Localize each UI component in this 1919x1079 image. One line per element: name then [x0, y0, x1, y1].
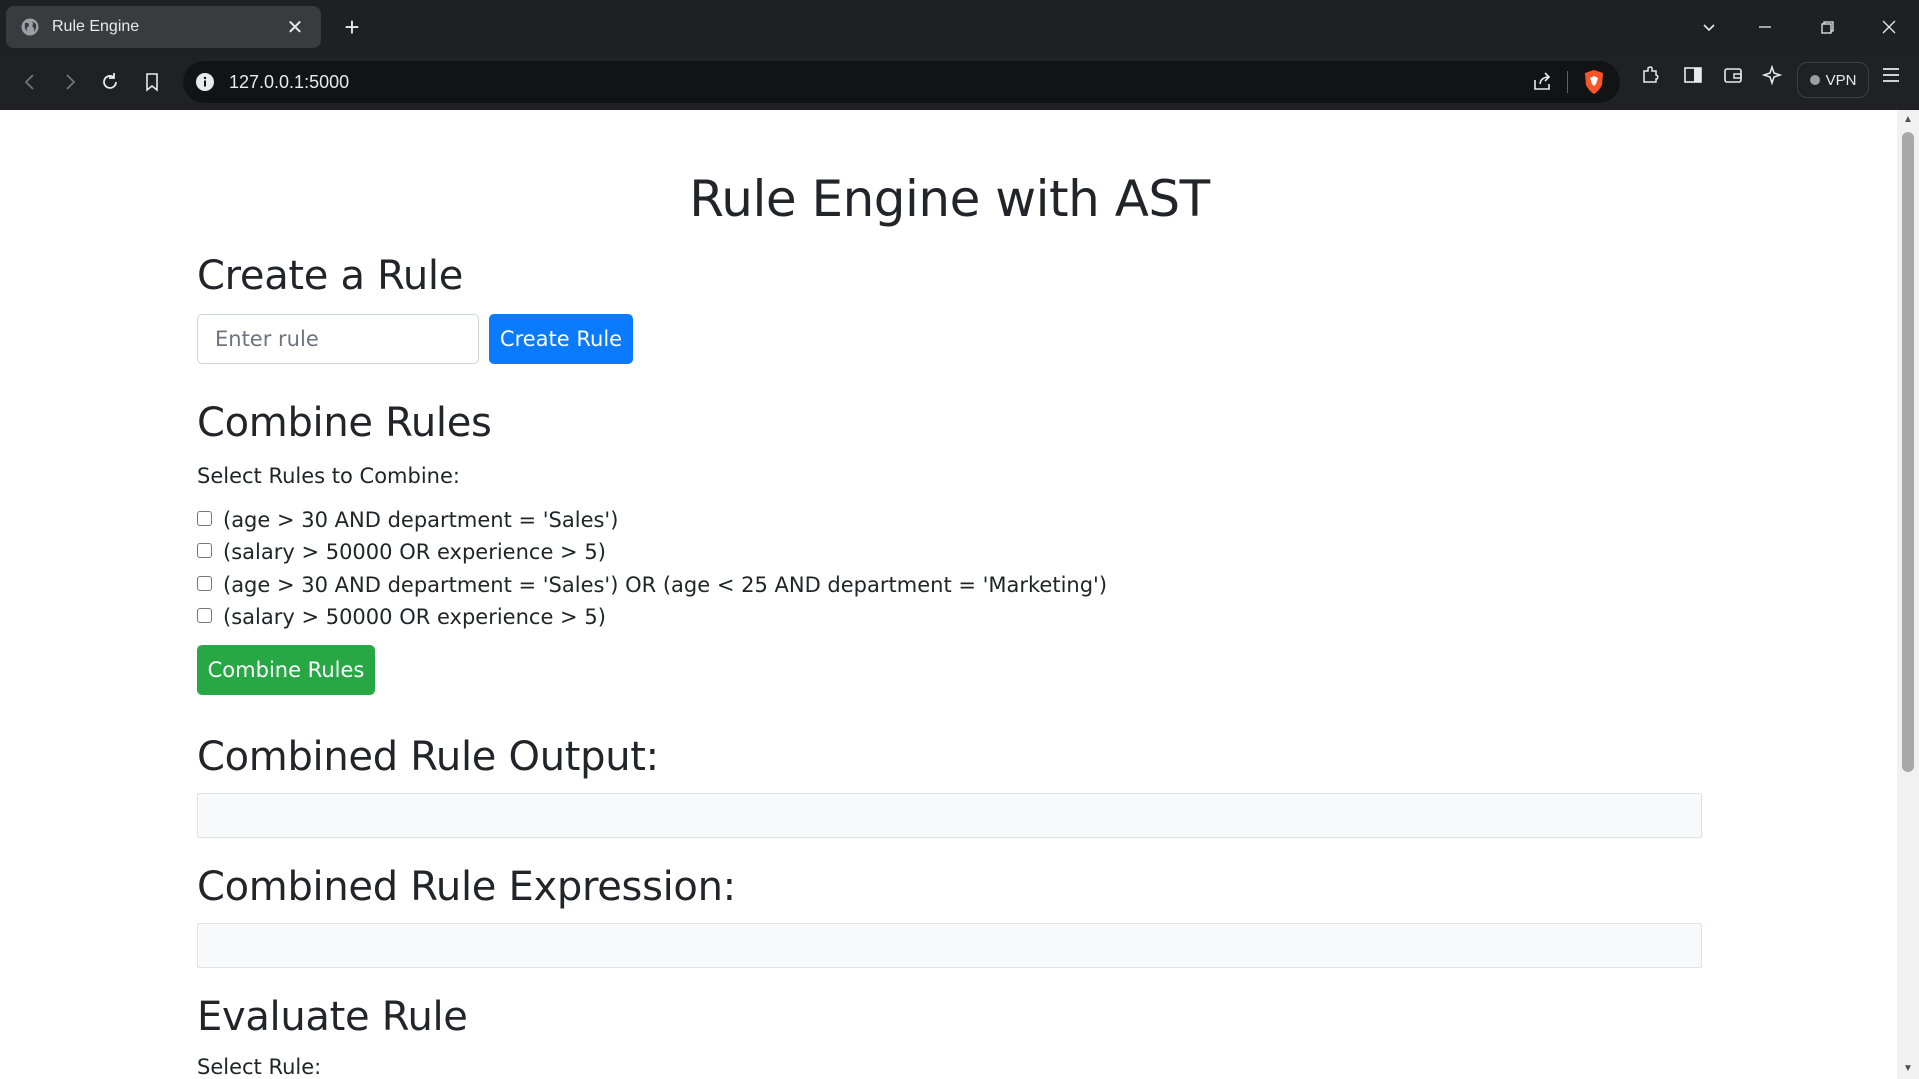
extensions-icon[interactable]	[1640, 64, 1662, 86]
browser-tab[interactable]: Rule Engine ✕	[6, 6, 321, 48]
vpn-status-icon	[1809, 75, 1820, 85]
rule-option-label: (age > 30 AND department = 'Sales')	[223, 508, 619, 532]
new-tab-icon[interactable]: +	[336, 11, 368, 43]
rule-option-label: (salary > 50000 OR experience > 5)	[223, 540, 606, 564]
scrollbar-thumb[interactable]	[1902, 132, 1914, 772]
evaluate-rule-heading: Evaluate Rule	[197, 994, 468, 1040]
rule-option[interactable]: (salary > 50000 OR experience > 5)	[197, 605, 606, 629]
combined-output-heading: Combined Rule Output:	[197, 734, 659, 780]
wallet-icon[interactable]	[1722, 64, 1744, 86]
leo-ai-icon[interactable]	[1762, 64, 1784, 86]
tab-title: Rule Engine	[52, 18, 140, 35]
scroll-down-icon[interactable]: ▼	[1902, 1063, 1914, 1075]
site-info-icon[interactable]	[195, 72, 215, 92]
rule-option[interactable]: (age > 30 AND department = 'Sales')	[197, 508, 618, 532]
minimize-icon[interactable]	[1741, 0, 1789, 54]
sidebar-icon[interactable]	[1682, 64, 1704, 86]
menu-icon[interactable]	[1880, 64, 1902, 86]
combine-rules-button[interactable]: Combine Rules	[197, 645, 375, 695]
reload-icon[interactable]	[96, 68, 124, 96]
vpn-label: VPN	[1825, 71, 1857, 89]
scroll-up-icon[interactable]: ▲	[1902, 114, 1914, 126]
combined-expression-box	[197, 923, 1702, 968]
restore-icon[interactable]	[1803, 0, 1851, 54]
create-rule-button[interactable]: Create Rule	[489, 314, 633, 364]
url-text: 127.0.0.1:5000	[229, 71, 350, 92]
address-bar[interactable]: 127.0.0.1:5000	[183, 61, 1620, 103]
select-rule-label: Select Rule:	[197, 1055, 322, 1079]
rule-option-label: (salary > 50000 OR experience > 5)	[223, 605, 606, 629]
select-rules-label: Select Rules to Combine:	[197, 464, 460, 488]
brave-shields-icon[interactable]	[1582, 69, 1606, 95]
page-viewport: Rule Engine with AST Create a Rule Creat…	[0, 110, 1919, 1079]
rule-option-label: (age > 30 AND department = 'Sales') OR (…	[223, 573, 1108, 597]
rule-checkbox[interactable]	[197, 542, 212, 558]
vertical-scrollbar[interactable]: ▲ ▼	[1897, 110, 1919, 1079]
combine-rules-heading: Combine Rules	[197, 400, 492, 446]
tab-strip: Rule Engine ✕ +	[0, 0, 1919, 54]
bookmark-icon[interactable]	[138, 68, 166, 96]
tab-close-icon[interactable]: ✕	[283, 15, 307, 40]
rule-input[interactable]	[197, 314, 479, 364]
share-icon[interactable]	[1531, 71, 1553, 93]
tab-search-icon[interactable]	[1685, 0, 1733, 54]
combined-output-box	[197, 793, 1702, 838]
rule-option[interactable]: (age > 30 AND department = 'Sales') OR (…	[197, 573, 1107, 597]
globe-icon	[21, 18, 39, 36]
forward-icon[interactable]	[56, 68, 84, 96]
rule-option[interactable]: (salary > 50000 OR experience > 5)	[197, 540, 606, 564]
create-rule-heading: Create a Rule	[197, 253, 464, 299]
browser-toolbar: 127.0.0.1:5000 VPN	[0, 54, 1919, 110]
rule-checkbox[interactable]	[197, 510, 212, 526]
page-title: Rule Engine with AST	[689, 170, 1210, 228]
rule-checkbox[interactable]	[197, 575, 212, 591]
rule-checkbox[interactable]	[197, 607, 212, 623]
combined-expression-heading: Combined Rule Expression:	[197, 864, 736, 910]
vpn-button[interactable]: VPN	[1797, 62, 1869, 98]
back-icon[interactable]	[16, 68, 44, 96]
window-close-icon[interactable]	[1865, 0, 1913, 54]
